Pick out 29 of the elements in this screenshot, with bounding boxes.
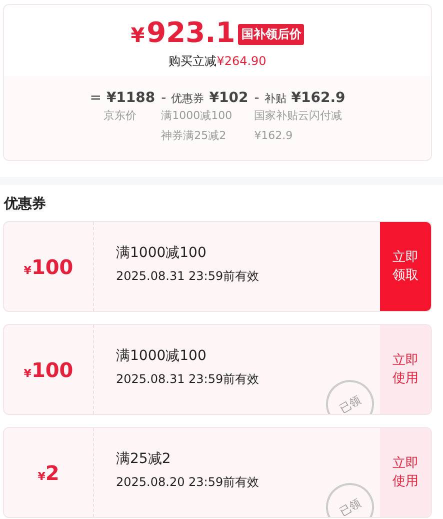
price-badge: 国补领后价 — [238, 24, 304, 44]
section-title: 优惠券 — [2, 195, 47, 214]
coupon-title: 满1000减100 — [116, 244, 208, 262]
coupon-action-button[interactable]: 立即使用 — [380, 428, 431, 517]
breakdown-note: 神券满25减2 — [161, 128, 228, 144]
breakdown-label: 补贴 — [264, 91, 286, 106]
coupon-amount: ¥100 — [24, 254, 74, 278]
operator-sign: - — [254, 90, 260, 106]
breakdown-value: ¥102 — [209, 90, 248, 106]
coupon-action-button[interactable]: 立即使用 — [380, 325, 431, 414]
operator-sign: - — [161, 90, 166, 106]
coupon-title: 满25减2 — [116, 450, 172, 468]
saving-text: 购买立减¥264.90 — [168, 53, 266, 70]
coupon-validity: 2025.08.31 23:59前有效 — [116, 371, 260, 388]
breakdown-label: 优惠券 — [171, 91, 204, 106]
breakdown-note: 国家补贴云闪付减 — [254, 108, 344, 124]
coupon-amount: ¥2 — [38, 460, 60, 484]
coupon-action-button[interactable]: 立即领取 — [380, 222, 431, 311]
final-price: ¥923.1 — [130, 17, 236, 51]
coupon-amount: ¥100 — [24, 358, 74, 382]
breakdown-note: 满1000减100 — [161, 108, 234, 124]
breakdown-note: 京东价 — [102, 108, 138, 124]
operator-sign: = — [90, 90, 102, 106]
breakdown-note: ¥162.9 — [254, 128, 294, 144]
breakdown-value: ¥162.9 — [291, 90, 346, 106]
coupon-title: 满1000减100 — [116, 347, 208, 365]
coupon-validity: 2025.08.20 23:59前有效 — [116, 474, 260, 491]
coupon-validity: 2025.08.31 23:59前有效 — [116, 268, 260, 285]
breakdown-value: ¥1188 — [106, 90, 156, 106]
